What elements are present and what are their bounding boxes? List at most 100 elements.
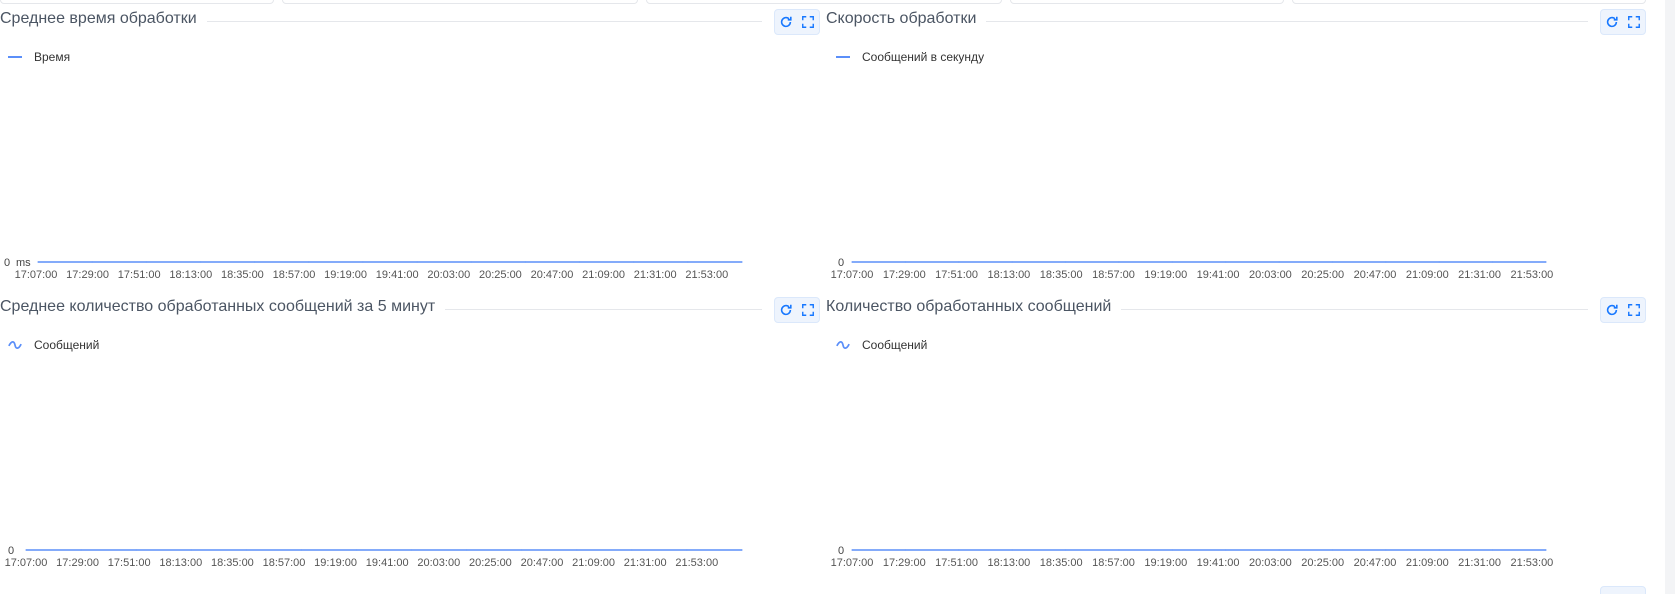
x-tick-label: 21:09:00 bbox=[1406, 557, 1449, 569]
x-tick-label: 18:35:00 bbox=[211, 557, 254, 569]
data-point bbox=[416, 261, 418, 263]
legend-item[interactable]: Время bbox=[8, 50, 70, 64]
x-tick-label: 21:53:00 bbox=[685, 269, 728, 281]
x-tick-label: 20:03:00 bbox=[1249, 269, 1292, 281]
panel-title: Среднее количество обработанных сообщени… bbox=[0, 298, 446, 316]
chart-area: 0 17:07:00 17:29:00 17:51:00 18:13:00 18:35:… bbox=[831, 257, 1554, 281]
data-point bbox=[410, 549, 413, 551]
data-point bbox=[578, 261, 581, 263]
data-point bbox=[851, 549, 853, 551]
panel-actions bbox=[774, 9, 820, 35]
data-point bbox=[904, 261, 906, 263]
chart-panel-count: Количество обработанных сообщений Сообще… bbox=[826, 288, 1646, 576]
data-point bbox=[1438, 261, 1440, 263]
x-tick-label: 21:09:00 bbox=[572, 557, 615, 569]
data-point bbox=[1331, 549, 1334, 551]
dashboard-page: Среднее время обработки Время 0 ms 17:07… bbox=[0, 0, 1675, 594]
data-point bbox=[254, 261, 256, 263]
data-point bbox=[1545, 261, 1547, 263]
line-legend-icon bbox=[836, 55, 850, 59]
x-tick-label: 21:53:00 bbox=[1510, 269, 1553, 281]
data-point bbox=[958, 549, 960, 551]
y-unit-label: ms bbox=[16, 257, 31, 269]
x-tick-label: 19:19:00 bbox=[1144, 557, 1187, 569]
x-tick-label: 18:57:00 bbox=[1092, 269, 1135, 281]
fullscreen-icon[interactable] bbox=[1626, 14, 1642, 30]
x-tick-label: 20:47:00 bbox=[1354, 269, 1397, 281]
x-tick-label: 18:13:00 bbox=[159, 557, 202, 569]
x-tick-label: 18:13:00 bbox=[987, 557, 1030, 569]
x-tick-label: 17:51:00 bbox=[108, 557, 151, 569]
legend-item[interactable]: Сообщений в секунду bbox=[836, 50, 984, 64]
data-point bbox=[470, 261, 472, 263]
data-point bbox=[687, 261, 689, 263]
data-point bbox=[524, 261, 526, 263]
data-point bbox=[135, 549, 137, 551]
x-tick-label: 19:19:00 bbox=[314, 557, 357, 569]
data-point bbox=[37, 261, 39, 263]
x-tick-label: 18:13:00 bbox=[987, 269, 1030, 281]
data-point bbox=[1278, 549, 1280, 551]
data-point bbox=[1492, 549, 1494, 551]
y-zero-label: 0 bbox=[8, 545, 14, 557]
legend-item[interactable]: Сообщений bbox=[836, 338, 927, 352]
x-tick-label: 17:07:00 bbox=[5, 557, 48, 569]
x-tick-label: 18:35:00 bbox=[1040, 557, 1083, 569]
refresh-icon[interactable] bbox=[778, 302, 794, 318]
data-point bbox=[1118, 549, 1120, 551]
x-tick-label: 17:29:00 bbox=[66, 269, 109, 281]
data-point bbox=[25, 549, 27, 551]
x-tick-label: 18:35:00 bbox=[1040, 269, 1083, 281]
line-legend-icon bbox=[8, 55, 22, 59]
data-point bbox=[576, 549, 578, 551]
x-tick-label: 19:19:00 bbox=[324, 269, 367, 281]
data-point bbox=[1492, 261, 1494, 263]
x-tick-label: 17:29:00 bbox=[56, 557, 99, 569]
x-tick-label: 19:41:00 bbox=[1197, 269, 1240, 281]
scrollbar[interactable] bbox=[1665, 0, 1675, 594]
data-point bbox=[904, 549, 906, 551]
data-point bbox=[362, 261, 364, 263]
x-tick-label: 17:07:00 bbox=[15, 269, 58, 281]
x-tick-label: 20:25:00 bbox=[479, 269, 522, 281]
fullscreen-icon[interactable] bbox=[800, 14, 816, 30]
x-tick-label: 20:25:00 bbox=[1301, 269, 1344, 281]
data-point bbox=[1331, 261, 1334, 263]
data-point bbox=[245, 549, 247, 551]
data-point bbox=[355, 549, 358, 551]
data-point bbox=[521, 549, 523, 551]
data-point bbox=[199, 261, 202, 263]
x-tick-label: 20:03:00 bbox=[1249, 557, 1292, 569]
legend-label: Сообщений bbox=[862, 338, 928, 352]
x-tick-label: 18:57:00 bbox=[273, 269, 316, 281]
data-point bbox=[1118, 261, 1120, 263]
chart-area: 0 17:07:00 17:29:00 17:51:00 18:13:00 18:35:… bbox=[5, 545, 743, 569]
legend-item[interactable]: Сообщений bbox=[8, 338, 99, 352]
x-tick-label: 19:41:00 bbox=[376, 269, 419, 281]
legend-label: Сообщений в секунду bbox=[862, 50, 985, 64]
wave-legend-icon bbox=[8, 340, 22, 350]
data-point bbox=[851, 261, 853, 263]
fullscreen-icon[interactable] bbox=[1626, 302, 1642, 318]
x-tick-label: 19:19:00 bbox=[1144, 269, 1187, 281]
data-point bbox=[1438, 549, 1440, 551]
x-tick-label: 17:07:00 bbox=[831, 269, 874, 281]
refresh-icon[interactable] bbox=[1604, 302, 1620, 318]
x-tick-label: 20:47:00 bbox=[521, 557, 564, 569]
chart-area: 0 ms 17:07:00 17:29:00 17:51:00 18:13:00 18:… bbox=[4, 257, 743, 281]
data-point bbox=[308, 261, 310, 263]
x-tick-label: 20:25:00 bbox=[469, 557, 512, 569]
panel-actions[interactable] bbox=[1600, 586, 1646, 594]
refresh-icon[interactable] bbox=[1604, 14, 1620, 30]
fullscreen-icon[interactable] bbox=[800, 302, 816, 318]
x-tick-label: 21:31:00 bbox=[1458, 269, 1501, 281]
data-point bbox=[1225, 261, 1227, 263]
panel-title: Среднее время обработки bbox=[0, 10, 207, 28]
refresh-icon[interactable] bbox=[778, 14, 794, 30]
x-tick-label: 18:35:00 bbox=[221, 269, 264, 281]
y-zero-label: 0 bbox=[838, 257, 844, 269]
data-point bbox=[190, 549, 192, 551]
x-tick-label: 17:51:00 bbox=[935, 269, 978, 281]
x-tick-label: 19:41:00 bbox=[1197, 557, 1240, 569]
x-tick-label: 18:57:00 bbox=[263, 557, 306, 569]
